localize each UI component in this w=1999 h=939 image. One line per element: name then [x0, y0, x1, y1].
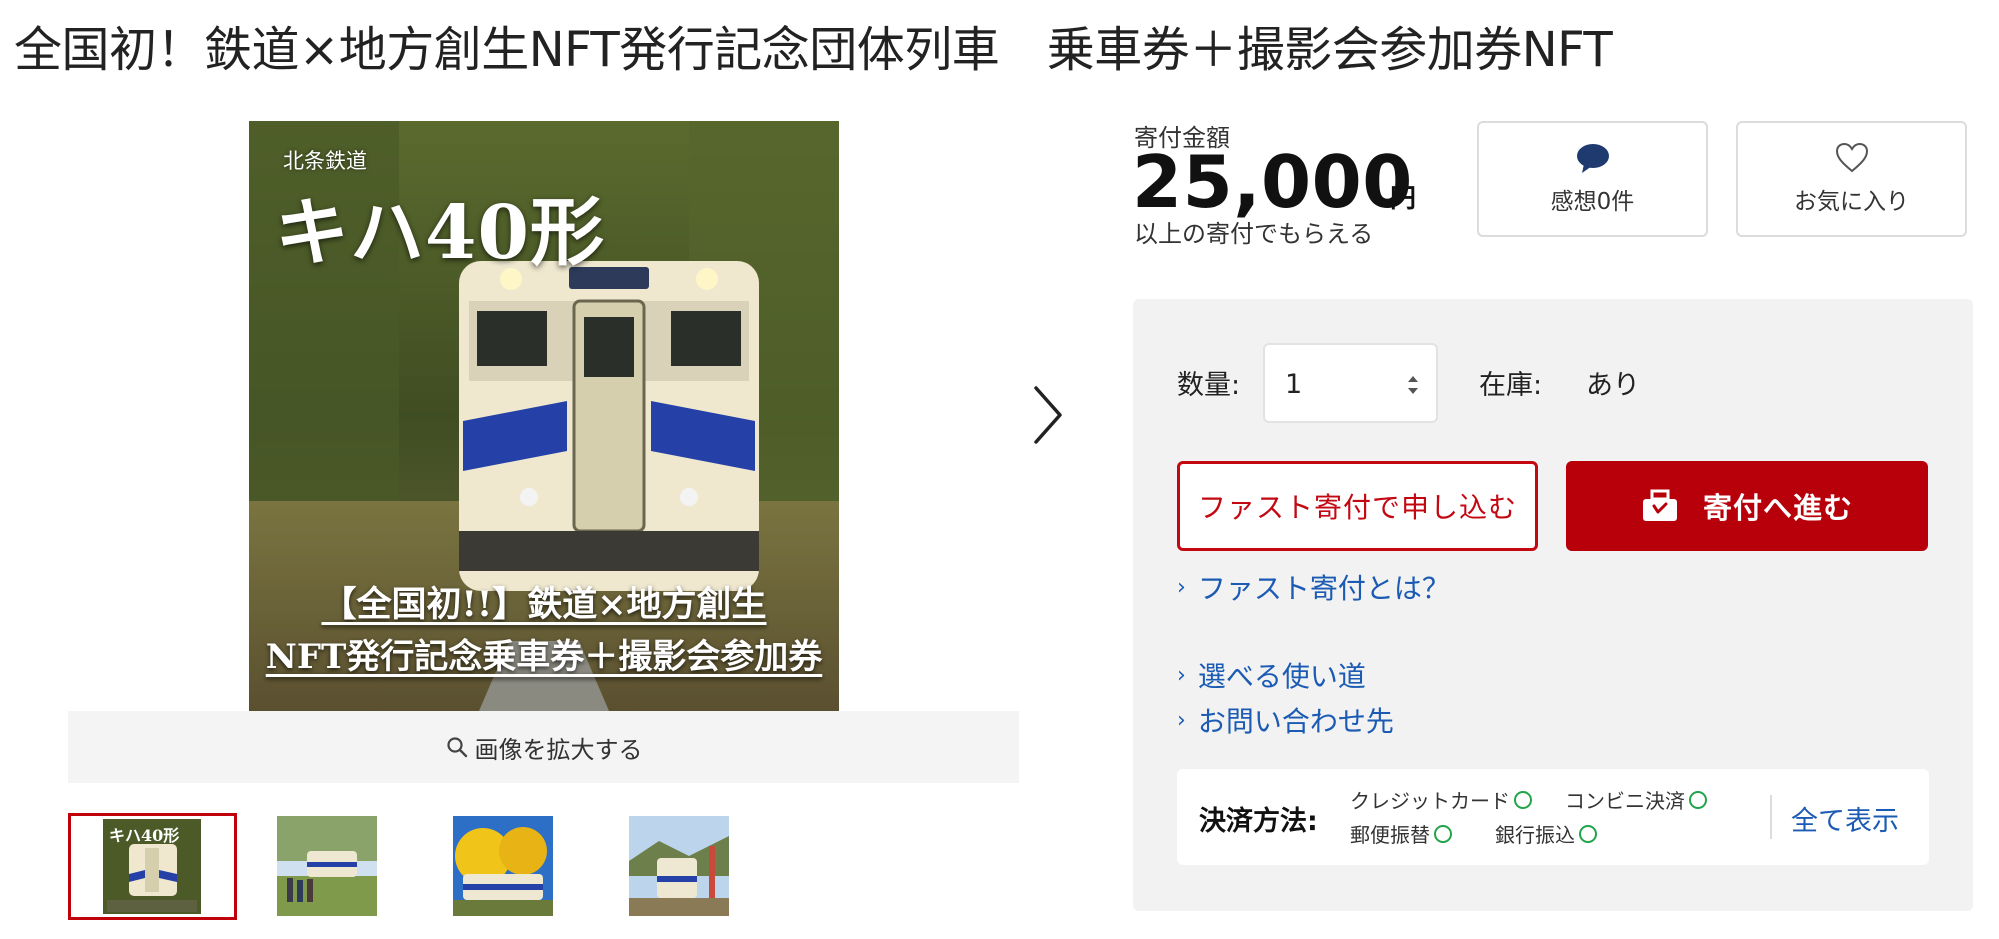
stepper-arrows-icon [1408, 376, 1418, 394]
page-title: 全国初！鉄道×地方創生NFT発行記念団体列車 乗車券＋撮影会参加券NFT [14, 22, 1613, 78]
donation-amount: 25,000 [1132, 140, 1413, 224]
payment-method-credit: クレジットカード [1350, 785, 1532, 814]
usage-label: 選べる使い道 [1197, 660, 1366, 693]
chevron-right-icon: › [1177, 707, 1186, 733]
fast-donation-info-label: ファスト寄付とは？ [1197, 572, 1450, 605]
comments-button[interactable]: 感想0件 [1477, 121, 1708, 237]
comments-label: 感想0件 [1550, 189, 1635, 215]
thumbnail-1-caption: キハ40形 [109, 826, 180, 845]
circle-ok-icon [1689, 790, 1707, 809]
payment-divider [1770, 795, 1772, 839]
chevron-right-icon: › [1177, 574, 1186, 600]
stock-value: あり [1586, 370, 1640, 401]
quantity-label: 数量: [1177, 370, 1241, 401]
zoom-image-label: 画像を拡大する [474, 735, 643, 764]
show-all-payment-link[interactable]: 全て表示 [1791, 799, 1899, 838]
stock-label: 在庫: [1479, 370, 1543, 401]
next-image-button[interactable] [1026, 380, 1070, 450]
heart-outline-icon [1835, 142, 1868, 173]
image-caption-subtitle-2: NFT発行記念乗車券＋撮影会参加券 [265, 637, 823, 677]
thumbnail-3[interactable] [453, 816, 553, 916]
quantity-stepper[interactable]: 1 [1263, 343, 1438, 423]
favorite-button[interactable]: お気に入り [1736, 121, 1967, 237]
magnifier-icon [446, 737, 467, 758]
payment-method-postal: 郵便振替 [1350, 819, 1452, 848]
chevron-right-icon [1034, 386, 1062, 444]
quantity-value: 1 [1285, 369, 1303, 400]
image-caption-title: キハ40形 [275, 190, 605, 276]
donation-note: 以上の寄付でもらえる [1134, 220, 1374, 248]
payment-method-bank: 銀行振込 [1495, 819, 1597, 848]
circle-ok-icon [1434, 824, 1452, 843]
thumbnail-4[interactable] [629, 816, 729, 916]
payment-title: 決済方法: [1199, 806, 1318, 837]
chevron-right-icon: › [1177, 662, 1186, 688]
fast-donation-button[interactable]: ファスト寄付で申し込む [1177, 461, 1538, 551]
contact-label: お問い合わせ先 [1197, 705, 1394, 738]
thumbnail-1[interactable]: キハ40形 [68, 813, 237, 920]
contact-link[interactable]: › お問い合わせ先 [1177, 700, 1394, 740]
zoom-image-button[interactable]: 画像を拡大する [68, 711, 1019, 783]
payment-methods: 決済方法: クレジットカード コンビニ決済 郵便振替 銀行振込 全て表示 [1177, 769, 1929, 865]
order-panel: 数量: 1 在庫: あり ファスト寄付で申し込む 寄付へ進む › ファスト寄付と… [1133, 299, 1973, 911]
favorite-label: お気に入り [1794, 189, 1909, 215]
fast-donation-info-link[interactable]: › ファスト寄付とは？ [1177, 567, 1450, 607]
thumbnail-2[interactable] [277, 816, 377, 916]
proceed-donation-label: 寄付へ進む [1702, 491, 1853, 525]
main-product-image[interactable]: 北条鉄道 キハ40形 【全国初!!】鉄道×地方創生 NFT発行記念乗車券＋撮影会… [249, 121, 839, 711]
proceed-donation-button[interactable]: 寄付へ進む [1566, 461, 1928, 551]
gift-box-icon [1642, 489, 1677, 521]
speech-bubble-icon [1576, 144, 1609, 173]
circle-ok-icon [1514, 790, 1532, 809]
donation-unit: 円 [1390, 184, 1417, 214]
usage-link[interactable]: › 選べる使い道 [1177, 655, 1366, 695]
fast-donation-label: ファスト寄付で申し込む [1197, 491, 1517, 524]
payment-method-convenience: コンビニ決済 [1565, 785, 1707, 814]
circle-ok-icon [1579, 824, 1597, 843]
image-caption-operator: 北条鉄道 [283, 149, 367, 173]
image-caption-subtitle-1: 【全国初!!】鉄道×地方創生 [321, 584, 767, 625]
